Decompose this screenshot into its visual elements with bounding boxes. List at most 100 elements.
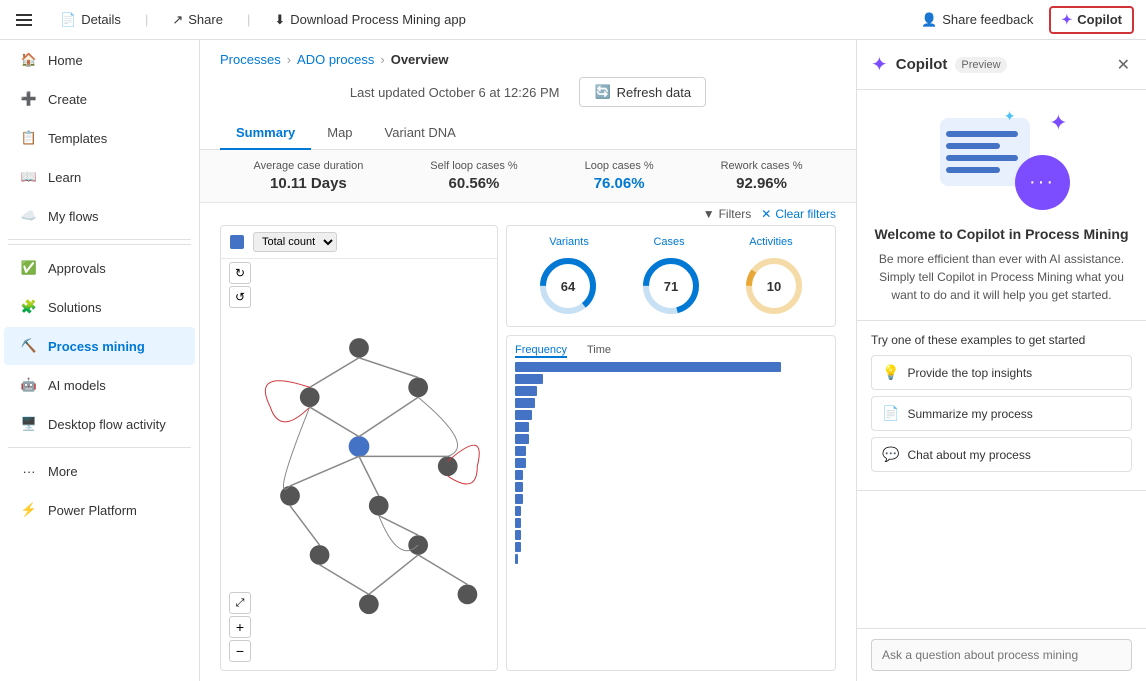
edge-5 — [290, 456, 359, 486]
sidebar-label-processmining: Process mining — [48, 339, 145, 354]
variants-bar-row — [515, 374, 827, 384]
copilot-preview-badge: Preview — [955, 57, 1006, 73]
example-label-insights: Provide the top insights — [907, 366, 1032, 380]
sidebar-icon-create: ➕ — [20, 90, 38, 108]
copilot-header-left: ✦ Copilot Preview — [871, 52, 1007, 77]
zoom-in-button[interactable]: + — [229, 616, 251, 638]
copilot-input-area — [857, 628, 1146, 681]
rotate-cw-button[interactable]: ↻ — [229, 262, 251, 284]
variants-freq-tab[interactable]: Frequency — [515, 344, 567, 358]
sidebar-item-solutions[interactable]: 🧩 Solutions — [4, 288, 195, 326]
copilot-input[interactable] — [871, 639, 1132, 671]
donut-panel: Variants Cases Activities 64 71 10 — [506, 225, 836, 327]
stat-value: 76.06% — [585, 175, 654, 192]
rotate-buttons: ↻ ↺ — [229, 262, 251, 308]
copilot-close-button[interactable]: ✕ — [1115, 53, 1132, 77]
variants-bar-row — [515, 446, 827, 456]
sidebar-item-desktopflow[interactable]: 🖥️ Desktop flow activity — [4, 405, 195, 443]
example-label-chat: Chat about my process — [907, 448, 1030, 462]
sidebar-icon-approvals: ✅ — [20, 259, 38, 277]
copilot-btn-icon: ✦ — [1061, 12, 1072, 28]
sidebar-label-approvals: Approvals — [48, 261, 106, 276]
topbar-right: 👤 Share feedback ✦ Copilot — [913, 6, 1134, 34]
node-7 — [310, 545, 330, 565]
download-button[interactable]: ⬇ Download Process Mining app — [266, 8, 474, 32]
sidebar-item-learn[interactable]: 📖 Learn — [4, 158, 195, 196]
bar-fill — [515, 362, 781, 372]
illus-line-2 — [946, 143, 1000, 149]
sidebar-item-processmining[interactable]: ⛏️ Process mining — [4, 327, 195, 365]
total-count-dropdown[interactable]: Total count — [253, 232, 337, 252]
node-4 — [280, 486, 300, 506]
sidebar-divider-3 — [8, 447, 191, 448]
sidebar-item-aimodels[interactable]: 🤖 AI models — [4, 366, 195, 404]
variants-time-tab[interactable]: Time — [587, 344, 611, 358]
clear-label: Clear filters — [775, 207, 836, 221]
refresh-data-button[interactable]: 🔄 Refresh data — [579, 77, 706, 107]
bar-fill — [515, 482, 523, 492]
curve-2 — [418, 397, 457, 456]
copilot-welcome: ··· ✦ ✦ Welcome to Copilot in Process Mi… — [857, 90, 1146, 321]
fit-zoom-button[interactable]: ⤢ — [229, 592, 251, 614]
bar-fill — [515, 374, 543, 384]
sidebar-item-home[interactable]: 🏠 Home — [4, 41, 195, 79]
tab-map[interactable]: Map — [311, 117, 368, 150]
filters-button[interactable]: ▼ Filters — [703, 207, 752, 221]
donut-labels: Variants Cases Activities — [517, 236, 825, 248]
sidebar-label-solutions: Solutions — [48, 300, 101, 315]
hamburger-menu[interactable] — [12, 10, 36, 30]
variants-bar-row — [515, 518, 827, 528]
copilot-button[interactable]: ✦ Copilot — [1049, 6, 1134, 34]
bar-fill — [515, 434, 529, 444]
bar-fill — [515, 398, 535, 408]
variants-header: Frequency Time — [515, 344, 827, 358]
clear-filters-button[interactable]: ✕ Clear filters — [761, 207, 836, 221]
variants-bar-row — [515, 422, 827, 432]
node-9 — [359, 594, 379, 614]
copilot-example-chat[interactable]: 💬 Chat about my process — [871, 437, 1132, 472]
copilot-example-summarize[interactable]: 📄 Summarize my process — [871, 396, 1132, 431]
rotate-ccw-button[interactable]: ↺ — [229, 286, 251, 308]
details-button[interactable]: 📄 Details — [52, 8, 129, 32]
copilot-examples-list: 💡 Provide the top insights 📄 Summarize m… — [871, 355, 1132, 472]
sidebar-item-more[interactable]: ··· More — [4, 452, 195, 490]
tab-summary[interactable]: Summary — [220, 117, 311, 150]
sidebar-label-create: Create — [48, 92, 87, 107]
curve-1 — [283, 407, 309, 489]
share-feedback-button[interactable]: 👤 Share feedback — [913, 8, 1041, 32]
share-feedback-icon: 👤 — [921, 12, 937, 28]
bar-fill — [515, 494, 523, 504]
breadcrumb-current: Overview — [391, 52, 449, 67]
sidebar-item-powerplatform[interactable]: ⚡ Power Platform — [4, 491, 195, 529]
donut-svg-activities: 10 — [744, 256, 804, 316]
copilot-example-insights[interactable]: 💡 Provide the top insights — [871, 355, 1132, 390]
edge-11 — [369, 555, 418, 594]
stat-label: Loop cases % — [585, 160, 654, 172]
share-button[interactable]: ↗ Share — [164, 8, 231, 32]
node-6 — [438, 456, 458, 476]
donut-cases: 71 — [641, 256, 701, 316]
refresh-label: Refresh data — [617, 85, 691, 100]
filter-icon: ▼ — [703, 207, 715, 221]
sidebar-item-myflows[interactable]: ☁️ My flows — [4, 197, 195, 235]
breadcrumb-ado[interactable]: ADO process — [297, 52, 374, 67]
sidebar-item-approvals[interactable]: ✅ Approvals — [4, 249, 195, 287]
tab-variantdna[interactable]: Variant DNA — [369, 117, 472, 150]
variants-bar-row — [515, 458, 827, 468]
sidebar-icon-desktopflow: 🖥️ — [20, 415, 38, 433]
donut-label-cases: Cases — [653, 236, 684, 248]
edge-12 — [418, 555, 467, 585]
stat-item: Self loop cases % 60.56% — [430, 160, 517, 192]
clear-icon: ✕ — [761, 207, 771, 221]
sidebar-item-create[interactable]: ➕ Create — [4, 80, 195, 118]
sidebar-item-templates[interactable]: 📋 Templates — [4, 119, 195, 157]
bar-fill — [515, 506, 521, 516]
zoom-out-button[interactable]: − — [229, 640, 251, 662]
breadcrumb-processes[interactable]: Processes — [220, 52, 281, 67]
stat-value: 60.56% — [430, 175, 517, 192]
example-icon-insights: 💡 — [882, 364, 899, 381]
stat-item: Rework cases % 92.96% — [721, 160, 803, 192]
donut-value: 71 — [664, 279, 678, 294]
breadcrumb-sep2: › — [380, 52, 384, 67]
variants-panel: Frequency Time — [506, 335, 836, 671]
